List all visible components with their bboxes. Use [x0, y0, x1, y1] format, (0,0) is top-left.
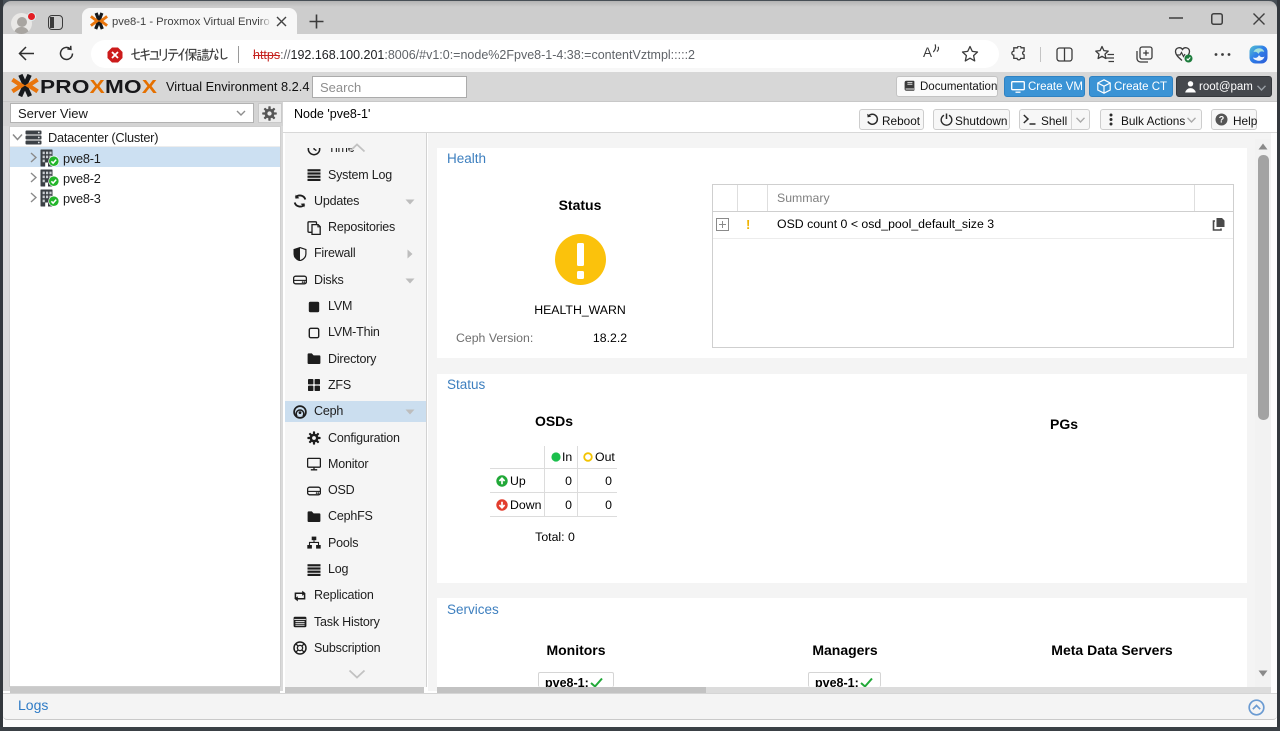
svg-text:?: ? [1219, 115, 1225, 125]
